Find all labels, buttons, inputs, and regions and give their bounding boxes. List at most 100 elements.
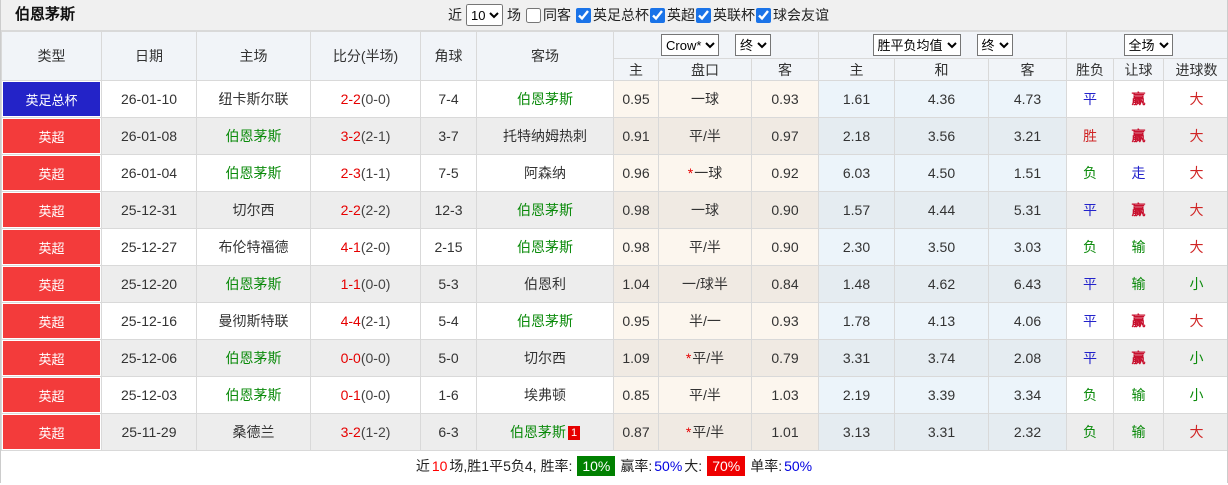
home-team: 切尔西: [196, 191, 311, 229]
avg-win: 2.19: [818, 376, 895, 414]
away-team: 伯恩利: [476, 265, 614, 303]
avg-lose: 4.06: [988, 302, 1067, 340]
col-header-avg-win: 主: [818, 58, 895, 81]
away-odds: 0.90: [751, 228, 819, 266]
goals-result-cell: 大: [1162, 154, 1227, 192]
score-cell: 0-1(0-0): [310, 376, 421, 414]
avg-draw: 3.50: [894, 228, 989, 266]
avg-win: 3.31: [818, 339, 895, 377]
league-filter-label: 英足总杯: [593, 7, 649, 23]
league-cell: 英足总杯: [1, 80, 102, 118]
same-away-checkbox[interactable]: [526, 7, 541, 23]
table-row: 英超 25-12-27 布伦特福德 4-1(2-0) 2-15 伯恩茅斯 0.98 平/半 0.…: [1, 228, 1227, 266]
footer-big-label: 大:: [684, 457, 703, 474]
handicap-cell: 半/一: [658, 302, 752, 340]
avg-win: 3.13: [818, 413, 895, 451]
score-cell: 2-2(2-2): [310, 191, 421, 229]
match-date: 25-12-27: [101, 228, 197, 266]
match-date: 25-12-20: [101, 265, 197, 303]
away-odds: 0.97: [751, 117, 819, 155]
home-team: 纽卡斯尔联: [196, 80, 311, 118]
home-team: 伯恩茅斯: [196, 339, 311, 377]
avg-lose: 1.51: [988, 154, 1067, 192]
home-odds: 0.95: [613, 302, 659, 340]
away-odds: 0.93: [751, 302, 819, 340]
league-filter-checkbox[interactable]: [696, 7, 711, 23]
league-filter[interactable]: 英联杯: [695, 5, 755, 25]
handicap-cell: 一/球半: [658, 265, 752, 303]
odds-time-select[interactable]: 终: [735, 34, 771, 56]
home-team: 布伦特福德: [196, 228, 311, 266]
odds-company-select[interactable]: Crow*: [661, 34, 719, 56]
away-team: 切尔西: [476, 339, 614, 377]
corner-cell: 3-7: [420, 117, 477, 155]
league-filter[interactable]: 球会友谊: [755, 5, 829, 25]
home-team: 曼彻斯特联: [196, 302, 311, 340]
footer-near: 近: [415, 457, 430, 474]
away-odds: 1.03: [751, 376, 819, 414]
away-team: 埃弗顿: [476, 376, 614, 414]
handicap-result-cell: 赢: [1113, 117, 1164, 155]
league-cell: 英超: [1, 413, 102, 451]
col-header-type: 类型: [1, 31, 102, 81]
home-team: 伯恩茅斯: [196, 265, 311, 303]
win-rate-badge: 10%: [577, 455, 616, 476]
col-header-odds-away: 客: [751, 58, 819, 81]
handicap-result-cell: 赢: [1113, 191, 1164, 229]
avg-win: 2.18: [818, 117, 895, 155]
corner-cell: 5-4: [420, 302, 477, 340]
col-header-corner: 角球: [420, 31, 477, 81]
handicap-result-cell: 赢: [1113, 302, 1164, 340]
league-filters: 英足总杯 英超 英联杯 球会友谊: [575, 5, 829, 25]
table-row: 英超 25-11-29 桑德兰 3-2(1-2) 6-3 伯恩茅斯 1 0.87 *平/半 1.0…: [1, 413, 1227, 451]
footer-summary: 场,胜1平5负4, 胜率:: [449, 457, 573, 474]
same-away-filter[interactable]: 同客: [525, 5, 571, 25]
summary-footer: 近 10 场,胜1平5负4, 胜率: 10% 赢率: 50% 大: 70% 单率: 50%: [1, 451, 1227, 480]
avg-draw: 3.74: [894, 339, 989, 377]
home-odds: 0.98: [613, 228, 659, 266]
table-row: 英超 25-12-31 切尔西 2-2(2-2) 12-3 伯恩茅斯 0.98 一球 0.90 1…: [1, 191, 1227, 229]
result-cell: 负: [1066, 154, 1114, 192]
league-filter-checkbox[interactable]: [650, 7, 665, 23]
near-label: 近: [448, 7, 462, 23]
avg-draw: 4.50: [894, 154, 989, 192]
avg-lose: 5.31: [988, 191, 1067, 229]
games-count-select[interactable]: 10: [466, 4, 503, 26]
league-filter[interactable]: 英超: [649, 5, 695, 25]
footer-win-label: 赢率:: [620, 457, 653, 474]
league-cell: 英超: [1, 339, 102, 377]
match-date: 25-11-29: [101, 413, 197, 451]
corner-cell: 1-6: [420, 376, 477, 414]
home-team: 伯恩茅斯: [196, 117, 311, 155]
away-odds: 1.01: [751, 413, 819, 451]
avg-lose: 2.32: [988, 413, 1067, 451]
avg-win: 6.03: [818, 154, 895, 192]
table-row: 英超 25-12-20 伯恩茅斯 1-1(0-0) 5-3 伯恩利 1.04 一/球半 0.84…: [1, 265, 1227, 303]
handicap-result-cell: 输: [1113, 228, 1164, 266]
table-row: 英足总杯 26-01-10 纽卡斯尔联 2-2(0-0) 7-4 伯恩茅斯 0.95 一球 0.…: [1, 80, 1227, 118]
league-filter-checkbox[interactable]: [756, 7, 771, 23]
handicap-cell: *一球: [658, 154, 752, 192]
goals-result-cell: 大: [1162, 228, 1227, 266]
goals-result-cell: 大: [1162, 302, 1227, 340]
league-filter[interactable]: 英足总杯: [575, 5, 649, 25]
filter-controls: 近 10 场 同客 英足总杯 英超 英联杯 球会友谊: [448, 0, 829, 30]
table-row: 英超 25-12-16 曼彻斯特联 4-4(2-1) 5-4 伯恩茅斯 0.95 半/一 0.9…: [1, 302, 1227, 340]
league-cell: 英超: [1, 302, 102, 340]
goals-result-cell: 大: [1162, 117, 1227, 155]
score-cell: 1-1(0-0): [310, 265, 421, 303]
avg-time-select[interactable]: 终: [976, 34, 1013, 56]
avg-lose: 2.08: [988, 339, 1067, 377]
handicap-cell: 平/半: [658, 117, 752, 155]
goals-result-cell: 小: [1162, 339, 1227, 377]
result-cell: 平: [1066, 191, 1114, 229]
handicap-cell: 平/半: [658, 376, 752, 414]
league-filter-checkbox[interactable]: [576, 7, 591, 23]
corner-cell: 5-0: [420, 339, 477, 377]
home-odds: 0.85: [613, 376, 659, 414]
scope-select[interactable]: 全场: [1123, 34, 1173, 56]
avg-type-select[interactable]: 胜平负均值: [872, 34, 961, 56]
league-cell: 英超: [1, 228, 102, 266]
match-date: 25-12-06: [101, 339, 197, 377]
match-date: 26-01-10: [101, 80, 197, 118]
